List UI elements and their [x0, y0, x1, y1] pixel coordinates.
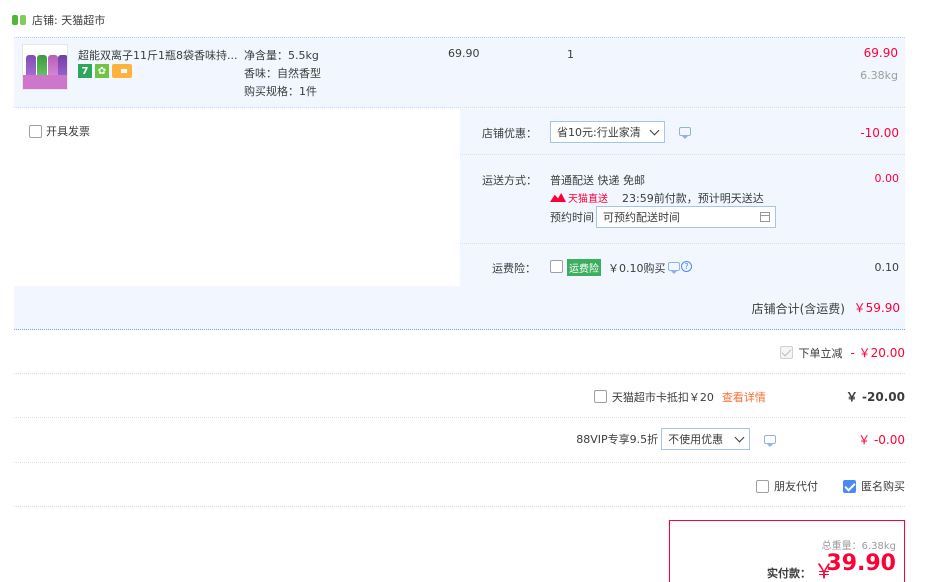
shop-header: 店铺: 天猫超市 [12, 10, 105, 30]
vip-discount-amount: ￥ -0.00 [858, 432, 905, 447]
item-subtotal: 69.90 [863, 46, 898, 60]
freight-insurance-checkbox[interactable] [550, 260, 563, 273]
freight-insurance-amount: 0.10 [874, 261, 900, 274]
anonymous-label: 匿名购买 [861, 480, 905, 493]
invoice-checkbox[interactable] [29, 124, 42, 138]
instant-discount-amount: - ￥20.00 [850, 346, 906, 360]
order-item-row: 超能双离子11斤1瓶8袋香味持... 7 ✿ 净含量：5.5kg 香味：自然香型… [14, 37, 905, 108]
instant-discount-label: 下单立减 [798, 346, 843, 360]
anonymous-checkbox[interactable] [843, 479, 856, 493]
divider [14, 506, 905, 507]
attr-scent: 香味：自然香型 [244, 67, 321, 80]
payment-summary: 总重量：6.38kg 实付款： ￥ 39.90 [669, 520, 905, 582]
guarantee-icon[interactable]: ✿ [95, 64, 109, 78]
payment-options-row: 朋友代付 匿名购买 [756, 478, 905, 494]
divider [14, 462, 905, 463]
product-attributes: 净含量：5.5kg 香味：自然香型 购买规格：1件 [244, 47, 321, 101]
tmall-direct-tag: 天猫直送 [550, 190, 608, 205]
supermarket-card-row: 天猫超市卡抵扣￥20 查看详情 ￥ -20.00 [593, 388, 905, 405]
instant-discount-checkbox [779, 346, 793, 359]
supermarket-card-checkbox[interactable] [593, 390, 607, 403]
product-badges: 7 ✿ [78, 64, 132, 78]
store-coupon-select[interactable]: 省10元:行业家清 [550, 121, 665, 143]
shipping-row: 运送方式： 普通配送 快递 免邮 天猫直送 23:59前付款，预计明天送达 预约… [460, 155, 905, 244]
attr-spec: 购买规格：1件 [244, 85, 317, 98]
store-coupon-label: 店铺优惠： [482, 127, 537, 140]
schedule-placeholder: 可预约配送时间 [603, 211, 680, 224]
store-coupon-row: 店铺优惠： 省10元:行业家清 -10.00 [460, 109, 905, 155]
order-options-panel: 店铺优惠： 省10元:行业家清 -10.00 运送方式： 普通配送 快递 免邮 … [460, 109, 905, 286]
vip-discount-select[interactable]: 不使用优惠 [661, 428, 751, 450]
schedule-input[interactable]: 可预约配送时间 [596, 206, 776, 228]
actual-payment-label: 实付款： [767, 567, 811, 580]
divider [14, 373, 905, 374]
quantity: 1 [567, 48, 574, 61]
product-thumbnail[interactable] [22, 44, 68, 90]
total-weight: 总重量：6.38kg [821, 541, 896, 552]
supermarket-card-amount: ￥ -20.00 [845, 390, 905, 404]
freight-insurance-tag: 运费险 [567, 259, 601, 276]
store-total-bar: 店铺合计(含运费) ￥59.90 [14, 286, 905, 330]
vip-discount-row: 88VIP专享9.5折 不使用优惠 ￥ -0.00 [576, 428, 905, 450]
message-icon[interactable] [764, 434, 777, 447]
tmall-logo-icon [550, 193, 566, 202]
seven-day-return-icon[interactable]: 7 [78, 64, 92, 78]
tmall-direct-label: 天猫直送 [568, 194, 608, 205]
friend-pay-checkbox[interactable] [756, 479, 769, 493]
divider [14, 417, 905, 418]
freight-insurance-row: 运费险： 运费险 ￥0.10购买 ? 0.10 [460, 244, 905, 286]
store-total-label: 店铺合计(含运费) [751, 302, 845, 316]
message-icon[interactable] [668, 262, 680, 274]
supermarket-card-detail-link[interactable]: 查看详情 [722, 389, 766, 405]
calendar-icon[interactable] [760, 212, 770, 222]
shop-icon [12, 14, 26, 26]
store-total-amount: ￥59.90 [853, 301, 900, 315]
shipping-amount: 0.00 [874, 172, 900, 185]
instant-discount-row: 下单立减 - ￥20.00 [779, 344, 906, 361]
freight-insurance-price: ￥0.10购买 [608, 262, 666, 275]
vip-discount-value: 不使用优惠 [668, 433, 724, 446]
invoice-label: 开具发票 [46, 125, 90, 138]
vip-discount-label: 88VIP专享9.5折 [576, 433, 659, 446]
supermarket-card-label: 天猫超市卡抵扣￥20 [611, 390, 714, 404]
attr-net-content: 净含量：5.5kg [244, 49, 319, 62]
shipping-label: 运送方式： [482, 174, 537, 187]
chevron-down-icon [734, 432, 745, 443]
invoice-option[interactable]: 开具发票 [29, 123, 90, 139]
unit-price: 69.90 [448, 47, 480, 60]
actual-payment-amount: 39.90 [826, 551, 896, 576]
chevron-down-icon [649, 125, 660, 136]
help-icon[interactable]: ? [681, 261, 692, 272]
item-weight: 6.38kg [860, 69, 898, 82]
schedule-label: 预约时间 [550, 211, 594, 224]
freight-insurance-label: 运费险： [492, 262, 536, 275]
product-title[interactable]: 超能双离子11斤1瓶8袋香味持... [78, 47, 238, 63]
message-icon[interactable] [679, 127, 691, 139]
shipping-eta: 23:59前付款，预计明天送达 [622, 192, 764, 205]
credit-card-icon[interactable] [112, 64, 132, 78]
friend-pay-label: 朋友代付 [774, 480, 818, 493]
shop-name: 店铺: 天猫超市 [32, 14, 106, 27]
shipping-method: 普通配送 快递 免邮 [550, 174, 645, 187]
store-coupon-amount: -10.00 [860, 126, 899, 140]
store-coupon-value: 省10元:行业家清 [557, 126, 641, 139]
